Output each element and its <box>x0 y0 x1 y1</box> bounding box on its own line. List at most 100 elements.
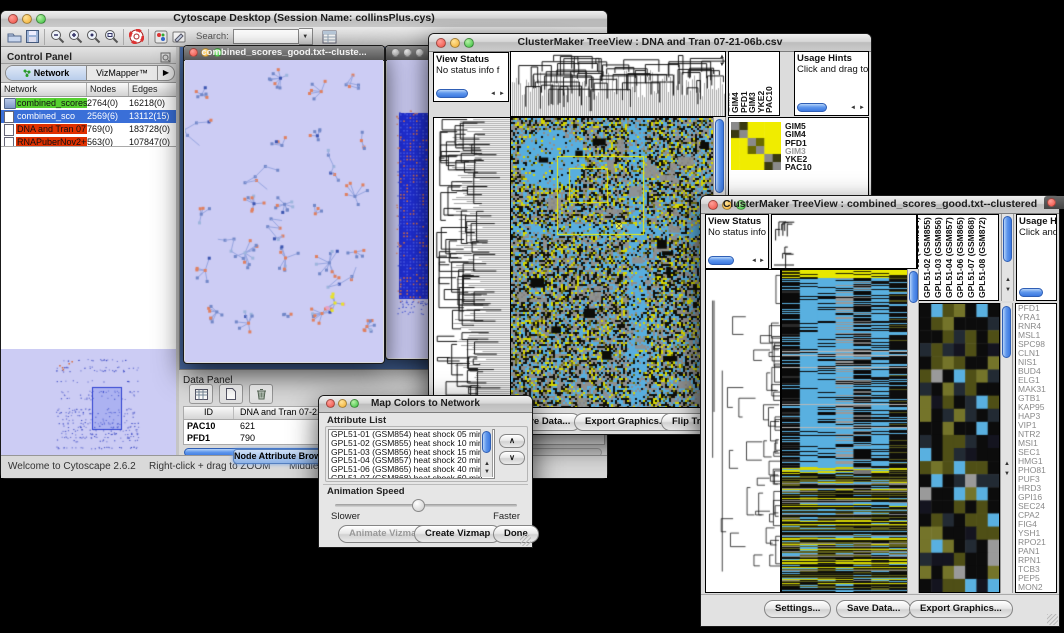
col-header-edges[interactable]: Edges <box>129 83 176 96</box>
labels-vscrollbar[interactable] <box>1003 216 1012 262</box>
column-dendrogram-canvas[interactable] <box>771 214 917 269</box>
move-down-button[interactable]: ∨ <box>499 451 525 465</box>
usage-hints-hscrollbar[interactable] <box>1019 288 1043 297</box>
network-list-row[interactable]: DNA and Tran 07 769(0) 183728(0) <box>1 123 176 136</box>
attribute-list-vscrollbar[interactable] <box>482 431 491 453</box>
dialog-title: Map Colors to Network <box>319 398 532 409</box>
main-titlebar[interactable]: Cytoscape Desktop (Session Name: collins… <box>1 11 607 28</box>
network1-titlebar[interactable]: combined_scores_good.txt--cluste... <box>184 46 384 61</box>
treeview-button[interactable]: Settings... <box>764 600 831 618</box>
usage-hints-title: Usage Hints <box>797 53 868 64</box>
usage-hints-hscrollbar[interactable] <box>797 103 827 112</box>
zoom-fit-icon[interactable] <box>102 29 120 45</box>
column-dendrogram-canvas[interactable] <box>510 51 726 117</box>
scroll-right-icon[interactable] <box>759 258 765 264</box>
help-lifering-icon[interactable] <box>127 29 145 45</box>
treeview-button[interactable]: Save Data... <box>836 600 911 618</box>
search-dropdown-button[interactable] <box>299 28 313 45</box>
column-label[interactable]: GPL51-08 (GSM872) <box>977 217 987 298</box>
column-label[interactable]: GPL51-07 (GSM868) <box>966 217 976 298</box>
heatmap-vscrollbar[interactable] <box>909 271 918 303</box>
move-up-button[interactable]: ∧ <box>499 434 525 448</box>
tab-vizmapper[interactable]: VizMapper™ <box>87 66 158 80</box>
scroll-left-icon[interactable] <box>751 258 757 264</box>
open-file-icon[interactable] <box>5 29 23 45</box>
node-attribute-browser-tab[interactable]: Node Attribute Browser <box>233 449 324 464</box>
resize-grip[interactable] <box>520 535 531 546</box>
scroll-left-icon[interactable] <box>850 105 856 111</box>
treeview-button[interactable]: Export Graphics... <box>909 600 1013 618</box>
done-button[interactable]: Done <box>493 525 539 543</box>
heatmap-vscroll-track[interactable] <box>907 269 919 593</box>
scroll-left-icon[interactable] <box>490 91 496 97</box>
scroll-down-icon[interactable] <box>1004 471 1010 477</box>
minimize-button[interactable] <box>403 48 412 57</box>
scroll-up-icon[interactable] <box>1005 277 1011 283</box>
new-attribute-icon[interactable] <box>219 384 243 404</box>
scroll-up-icon[interactable] <box>484 461 490 467</box>
zoom-in-icon[interactable] <box>66 29 84 45</box>
control-panel-title: Control Panel <box>7 52 72 63</box>
speed-slider-thumb[interactable] <box>412 499 425 512</box>
scroll-down-icon[interactable] <box>484 469 490 475</box>
zoom-heatmap-canvas[interactable] <box>919 303 1000 593</box>
col-header-nodes[interactable]: Nodes <box>87 83 129 96</box>
column-label[interactable]: GPL51-04 (GSM857) <box>944 217 954 298</box>
zoom-selected-icon[interactable] <box>84 29 102 45</box>
scroll-right-icon[interactable] <box>859 105 865 111</box>
scroll-down-icon[interactable] <box>719 62 725 68</box>
treeview2-titlebar[interactable]: ClusterMaker TreeView : combined_scores_… <box>701 196 1059 214</box>
column-label[interactable]: GPL51-02 (GSM855) <box>922 217 932 298</box>
annotation-icon[interactable] <box>170 29 188 45</box>
usage-hints-panel: Usage Hints Click and drag to <box>794 51 869 116</box>
gene-label[interactable]: PAC10 <box>785 163 812 171</box>
column-label[interactable]: GPL51-03 (GSM856) <box>933 217 943 298</box>
speed-slider-track[interactable] <box>335 504 517 507</box>
delete-attribute-icon[interactable] <box>249 384 273 404</box>
zoom-out-icon[interactable] <box>48 29 66 45</box>
close-button[interactable] <box>391 48 400 57</box>
view-status-panel: View Status No status info f <box>433 52 509 102</box>
dialog-titlebar[interactable]: Map Colors to Network <box>319 396 532 413</box>
column-label[interactable]: GPL51-06 (GSM865) <box>955 217 965 298</box>
zoom-vscroll-track[interactable] <box>1000 303 1013 593</box>
heatmap-vscrollbar[interactable] <box>715 119 724 193</box>
scroll-up-icon[interactable] <box>719 54 725 60</box>
search-input[interactable] <box>233 29 299 44</box>
tab-network[interactable]: Network <box>6 66 87 80</box>
select-attributes-icon[interactable] <box>189 384 213 404</box>
scroll-down-icon[interactable] <box>1005 287 1011 293</box>
scroll-up-icon[interactable] <box>1004 461 1010 467</box>
close-button[interactable] <box>1047 198 1056 207</box>
resize-grip[interactable] <box>1047 614 1058 625</box>
row-dendrogram-canvas[interactable] <box>705 269 781 593</box>
save-icon[interactable] <box>23 29 41 45</box>
attribute-list-vscroll-track[interactable] <box>480 429 493 477</box>
network-view-canvas[interactable] <box>185 60 383 362</box>
network-overview-canvas[interactable] <box>1 349 176 456</box>
attribute-list-item[interactable]: GPL51-07 (GSM868) heat shock 60 min <box>329 474 494 479</box>
scroll-right-icon[interactable] <box>499 91 505 97</box>
labels-vscroll-track[interactable] <box>1001 214 1014 301</box>
col-header-network[interactable]: Network <box>1 83 87 96</box>
tab-overflow-button[interactable]: ▶ <box>158 66 174 80</box>
network-list-row[interactable]: combined_sco 2569(6) 13112(15) <box>1 110 176 123</box>
data-col-id[interactable]: ID <box>184 407 234 419</box>
view-status-hscrollbar[interactable] <box>436 89 468 98</box>
view-status-hscrollbar[interactable] <box>708 256 734 265</box>
create-vizmap-button[interactable]: Create Vizmap <box>414 525 501 543</box>
gene-label[interactable]: MON2 <box>1018 583 1056 592</box>
zoom-vscrollbar[interactable] <box>1002 306 1011 358</box>
selection-matrix-canvas[interactable] <box>731 122 781 170</box>
row-dendrogram-canvas[interactable] <box>433 117 511 408</box>
vizmap-node-icon[interactable] <box>152 29 170 45</box>
map-colors-dialog: Map Colors to Network Attribute List GPL… <box>318 395 533 548</box>
usage-hints-message: Click and drag to <box>797 64 868 75</box>
column-label[interactable]: PAC10 <box>764 86 774 113</box>
zoom-button[interactable] <box>415 48 424 57</box>
attribute-browser-icon[interactable] <box>321 29 339 45</box>
network-list-row[interactable]: combined_scores 2764(0) 16218(0) <box>1 97 176 110</box>
heatmap-canvas[interactable] <box>781 269 908 593</box>
treeview1-titlebar[interactable]: ClusterMaker TreeView : DNA and Tran 07-… <box>429 34 871 52</box>
heatmap-canvas[interactable] <box>510 117 714 408</box>
